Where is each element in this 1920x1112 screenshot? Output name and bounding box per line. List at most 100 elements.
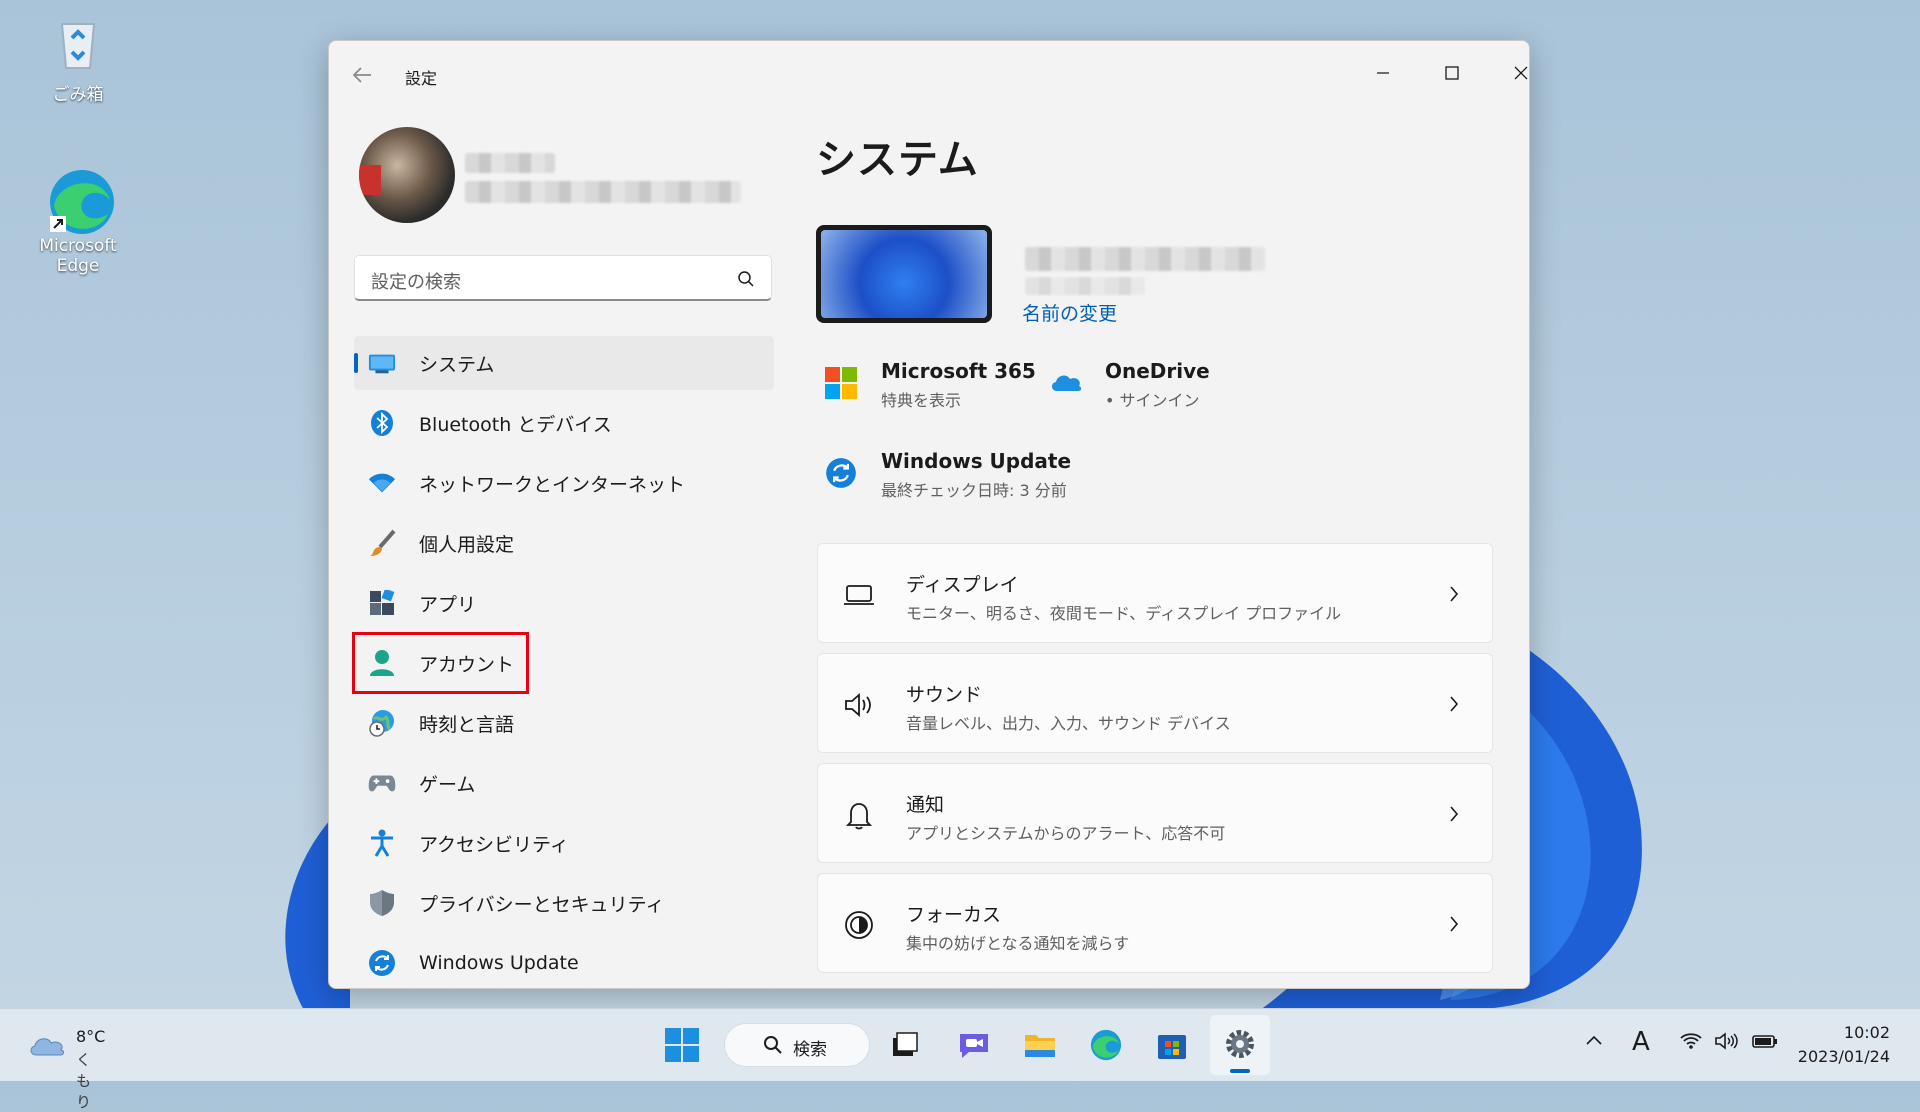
sidebar-item-personalization[interactable]: 個人用設定 <box>354 516 774 570</box>
card-title: フォーカス <box>906 904 1002 926</box>
clock-date: 2023/01/24 <box>1797 1047 1890 1066</box>
card-subtitle: 音量レベル、出力、入力、サウンド デバイス <box>906 714 1231 733</box>
sidebar-item-label: 個人用設定 <box>419 533 515 556</box>
sidebar-item-label: ゲーム <box>419 773 476 796</box>
back-arrow-icon[interactable] <box>351 65 375 85</box>
card-title: ディスプレイ <box>906 574 1019 596</box>
user-email-redacted <box>465 181 741 203</box>
sidebar-item-gaming[interactable]: ゲーム <box>354 756 774 810</box>
chevron-right-icon <box>1446 582 1462 606</box>
store-button[interactable] <box>1150 1023 1194 1067</box>
windows-logo-icon <box>665 1028 699 1062</box>
sidebar-item-label: システム <box>419 353 495 376</box>
clock[interactable]: 10:02 2023/01/24 <box>1798 1021 1890 1069</box>
tile-title: Windows Update <box>881 449 1072 473</box>
settings-window: 設定 設定の検索 システム Bluetooth とデバイス ネットワークとインタ… <box>328 40 1530 989</box>
desktop-icon-label: Microsoft Edge <box>39 236 117 276</box>
chat-button[interactable] <box>952 1023 996 1067</box>
ime-indicator[interactable]: A <box>1632 1027 1650 1057</box>
active-indicator <box>354 353 358 373</box>
settings-search-input[interactable]: 設定の検索 <box>354 255 772 301</box>
tile-title: OneDrive <box>1105 359 1210 383</box>
sidebar-item-windows-update[interactable]: Windows Update <box>354 936 774 988</box>
edge-icon <box>46 166 114 234</box>
volume-tray-icon[interactable] <box>1714 1031 1740 1056</box>
desktop-icon-label: ごみ箱 <box>52 85 104 105</box>
search-placeholder: 設定の検索 <box>371 272 461 293</box>
task-view-button[interactable] <box>882 1023 926 1067</box>
taskbar-search[interactable]: 検索 <box>724 1023 870 1067</box>
update-icon <box>825 457 857 493</box>
taskbar: 8°C くもり 検索 A 10:02 2023/01/24 <box>0 1008 1920 1111</box>
card-subtitle: 集中の妨げとなる通知を減らす <box>906 934 1130 953</box>
notifications-card[interactable]: 通知 アプリとシステムからのアラート、応答不可 <box>817 763 1493 863</box>
avatar[interactable] <box>359 127 455 223</box>
card-title: サウンド <box>906 684 983 706</box>
microsoft-logo-icon <box>825 367 857 403</box>
rename-link[interactable]: 名前の変更 <box>1022 299 1117 326</box>
desktop-recycle-bin[interactable]: ごみ箱 <box>18 10 138 105</box>
bluetooth-icon <box>368 409 396 437</box>
minimize-button[interactable] <box>1353 53 1413 93</box>
sidebar-item-label: アクセシビリティ <box>419 833 569 856</box>
edge-icon <box>1090 1029 1122 1061</box>
show-hidden-icons-button[interactable] <box>1584 1031 1604 1056</box>
sidebar-item-network[interactable]: ネットワークとインターネット <box>354 456 774 510</box>
file-explorer-button[interactable] <box>1018 1023 1062 1067</box>
maximize-button[interactable] <box>1422 53 1482 93</box>
device-name-redacted <box>1025 247 1265 271</box>
card-subtitle: アプリとシステムからのアラート、応答不可 <box>906 824 1226 843</box>
system-display-icon <box>368 349 396 377</box>
onedrive-cloud-icon <box>1049 371 1083 397</box>
sidebar-item-accessibility[interactable]: アクセシビリティ <box>354 816 774 870</box>
bell-icon <box>842 798 876 832</box>
focus-card[interactable]: フォーカス 集中の妨げとなる通知を減らす <box>817 873 1493 973</box>
monitor-icon <box>842 578 876 612</box>
apps-icon <box>368 589 396 617</box>
device-thumbnail <box>816 225 992 323</box>
focus-icon <box>842 908 876 942</box>
weather-condition: くもり <box>76 1051 92 1111</box>
settings-taskbar-button[interactable] <box>1210 1015 1270 1075</box>
globe-clock-icon <box>368 709 396 737</box>
user-name-redacted <box>465 153 555 173</box>
active-app-indicator <box>1230 1069 1250 1073</box>
tile-title: Microsoft 365 <box>881 359 1036 383</box>
sidebar-item-time-language[interactable]: 時刻と言語 <box>354 696 774 750</box>
sidebar-item-system[interactable]: システム <box>354 336 774 390</box>
sidebar-item-label: プライバシーとセキュリティ <box>419 893 665 916</box>
brush-icon <box>368 529 396 557</box>
device-model-redacted <box>1025 277 1145 295</box>
store-icon <box>1158 1035 1186 1059</box>
edge-taskbar-button[interactable] <box>1084 1023 1128 1067</box>
tile-subtitle: 最終チェック日時: 3 分前 <box>881 481 1067 500</box>
tile-subtitle: • サインイン <box>1105 391 1200 410</box>
sidebar-item-apps[interactable]: アプリ <box>354 576 774 630</box>
speaker-icon <box>842 688 876 722</box>
sidebar-item-bluetooth[interactable]: Bluetooth とデバイス <box>354 396 774 450</box>
tile-subtitle: 特典を表示 <box>881 391 962 410</box>
sidebar-item-label: Bluetooth とデバイス <box>419 413 612 436</box>
close-button[interactable] <box>1491 53 1529 93</box>
close-icon <box>1514 66 1528 80</box>
clock-time: 10:02 <box>1843 1023 1890 1042</box>
chat-icon <box>960 1034 988 1058</box>
start-button[interactable] <box>660 1023 704 1067</box>
shield-icon <box>368 889 396 917</box>
sidebar-item-privacy-security[interactable]: プライバシーとセキュリティ <box>354 876 774 930</box>
weather-temp: 8°C <box>76 1027 106 1046</box>
card-title: 通知 <box>906 794 945 816</box>
sound-card[interactable]: サウンド 音量レベル、出力、入力、サウンド デバイス <box>817 653 1493 753</box>
title-bar: 設定 <box>329 41 1529 101</box>
battery-tray-icon[interactable] <box>1752 1031 1778 1056</box>
search-icon <box>763 1035 783 1059</box>
accessibility-icon <box>368 829 396 857</box>
window-title: 設定 <box>405 69 438 88</box>
wifi-tray-icon[interactable] <box>1680 1031 1702 1056</box>
chevron-right-icon <box>1446 912 1462 936</box>
desktop-edge[interactable]: Microsoft Edge <box>18 166 138 276</box>
sidebar-item-label: 時刻と言語 <box>419 713 515 736</box>
chevron-right-icon <box>1446 692 1462 716</box>
task-view-icon <box>893 1032 918 1056</box>
display-card[interactable]: ディスプレイ モニター、明るさ、夜間モード、ディスプレイ プロファイル <box>817 543 1493 643</box>
